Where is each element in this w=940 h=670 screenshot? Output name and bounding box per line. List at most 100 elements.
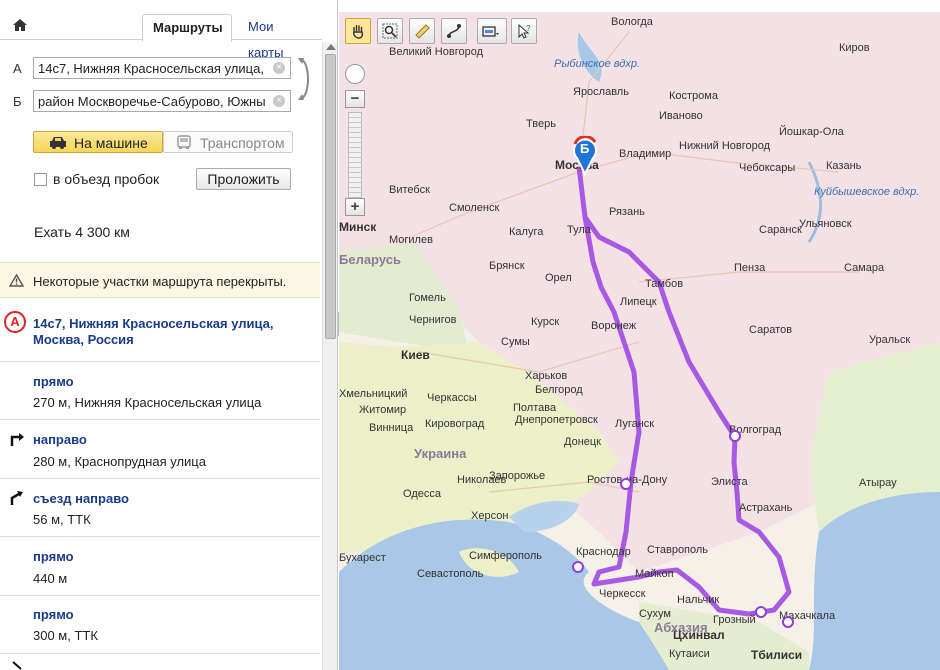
route-step[interactable]: прямо 270 м, Нижняя Красносельская улица — [0, 362, 320, 420]
map-view[interactable]: Вологда Киров Великий Новгород Рыбинское вд… — [339, 12, 940, 670]
svg-text:?: ? — [526, 24, 531, 33]
step-description: 300 м, ТТК — [33, 628, 98, 643]
ruler-icon — [415, 24, 430, 39]
build-route-button[interactable]: Проложить — [196, 168, 291, 190]
map-label: Чебоксары — [739, 162, 796, 174]
map-label: Ульяновск — [799, 218, 852, 230]
via-point-marker[interactable] — [572, 561, 584, 573]
map-label: Нальчик — [677, 594, 720, 606]
map-label: Рыбинское вдхр. — [554, 58, 641, 70]
start-address-line1: 14с7, Нижняя Красносельская улица, — [33, 316, 274, 331]
map-label: Кутаиси — [669, 648, 710, 660]
route-step[interactable]: направо 280 м, Краснопрудная улица — [0, 420, 320, 479]
map-label: Херсон — [471, 510, 509, 522]
map-label: Великий Новгород — [389, 46, 484, 58]
via-point-marker[interactable] — [620, 478, 632, 490]
clear-icon[interactable]: × — [273, 62, 285, 74]
map-label: Житомир — [359, 404, 407, 416]
step-direction: съезд направо — [33, 491, 129, 506]
point-a-label: А — [13, 61, 22, 76]
map-label: Белгород — [535, 384, 583, 396]
help-cursor-icon: ? — [518, 23, 531, 39]
via-point-marker[interactable] — [729, 430, 741, 442]
avoid-traffic-checkbox[interactable] — [34, 173, 47, 186]
swap-points-icon[interactable] — [296, 56, 314, 102]
step-description: 270 м, Нижняя Красносельская улица — [33, 395, 262, 410]
map-label: Гомель — [409, 292, 446, 304]
map-label: Одесса — [403, 488, 441, 500]
route-panel: Маршруты Мои карты А 14с7, Нижняя Красно… — [0, 0, 338, 670]
zoom-slider[interactable] — [348, 112, 362, 198]
map-label: Донецк — [564, 436, 601, 448]
route-warning: Некоторые участки маршрута перекрыты. — [0, 262, 320, 298]
point-b-label: Б — [13, 94, 22, 109]
map-label: Самара — [844, 262, 885, 274]
map-label: Цхинвал — [673, 628, 725, 642]
map-label: Харьков — [525, 370, 568, 382]
car-icon — [50, 137, 66, 149]
help-button[interactable]: ? — [511, 18, 537, 44]
map-label: Саратов — [749, 324, 793, 336]
scroll-thumb[interactable] — [325, 54, 336, 339]
route-start[interactable]: A 14с7, Нижняя Красносельская улица, Мос… — [0, 299, 320, 362]
map-label: Севастополь — [417, 568, 484, 580]
step-description: 440 м — [33, 571, 68, 586]
route-step[interactable]: прямо 440 м — [0, 537, 320, 596]
mode-transit-label: Транспортом — [200, 135, 285, 151]
map-label: Тула — [567, 224, 591, 236]
map-label: Брянск — [489, 260, 525, 272]
print-button[interactable] — [477, 18, 507, 44]
zoom-in-button[interactable]: + — [345, 198, 365, 216]
map-label: Бухарест — [339, 552, 386, 564]
via-point-marker[interactable] — [782, 616, 794, 628]
zoom-area-button[interactable] — [377, 18, 403, 44]
pan-tool-button[interactable] — [345, 18, 371, 44]
scroll-up-icon[interactable] — [326, 44, 336, 50]
avoid-traffic-label[interactable]: в объезд пробок — [53, 171, 159, 187]
map-label: Кострома — [669, 90, 718, 102]
step-direction: направо — [33, 432, 87, 447]
map-label: Грозный — [713, 614, 756, 626]
panel-scrollbar[interactable] — [322, 42, 337, 670]
map-label: Калуга — [509, 226, 544, 238]
map-label: Ярославль — [573, 86, 629, 98]
map-label: Пенза — [734, 262, 766, 274]
tab-routes[interactable]: Маршруты — [142, 14, 232, 42]
route-step[interactable]: съезд направо 56 м, ТТК — [0, 479, 320, 537]
map-label: Симферополь — [469, 550, 543, 562]
home-icon[interactable] — [12, 18, 28, 32]
turn-right-icon — [10, 433, 24, 446]
route-step[interactable]: прямо 300 м, ТТК — [0, 596, 320, 654]
map-label: Курск — [531, 316, 560, 328]
point-a-input[interactable]: 14с7, Нижняя Красносельская улица, × — [33, 57, 291, 79]
map-label: Днепропетровск — [515, 414, 598, 426]
point-b-value: район Москворечье-Сабурово, Южны — [38, 94, 266, 109]
via-point-marker[interactable] — [755, 606, 767, 618]
map-label: Иваново — [659, 110, 703, 122]
clear-icon[interactable]: × — [273, 95, 285, 107]
map-label: Уральск — [869, 334, 911, 346]
warning-text: Некоторые участки маршрута перекрыты. — [33, 274, 287, 289]
map-label: Винница — [369, 422, 414, 434]
tab-my-maps[interactable]: Мои карты — [238, 14, 322, 60]
route-tool-button[interactable] — [441, 18, 467, 44]
compass-icon[interactable] — [345, 64, 365, 84]
map-label: Ставрополь — [647, 544, 709, 556]
mode-transit-button[interactable]: Транспортом — [163, 131, 293, 153]
map-label: Вологда — [611, 16, 653, 28]
ruler-button[interactable] — [409, 18, 435, 44]
point-b-input[interactable]: район Москворечье-Сабурово, Южны × — [33, 90, 291, 112]
map-label: Казань — [826, 160, 862, 172]
map-label: Сумы — [501, 336, 530, 348]
step-description: 280 м, Краснопрудная улица — [33, 454, 206, 469]
map-label: Черкассы — [427, 392, 477, 404]
map-label: Чернигов — [409, 314, 457, 326]
destination-pin[interactable]: Б — [571, 135, 599, 177]
start-address-line2: Москва, Россия — [33, 332, 134, 347]
warning-icon — [9, 274, 24, 287]
map-label: Киев — [401, 348, 430, 362]
map-label: Могилев — [389, 234, 433, 246]
map-label: Полтава — [513, 402, 557, 414]
zoom-out-button[interactable]: − — [345, 90, 365, 108]
mode-car-button[interactable]: На машине — [33, 131, 163, 153]
